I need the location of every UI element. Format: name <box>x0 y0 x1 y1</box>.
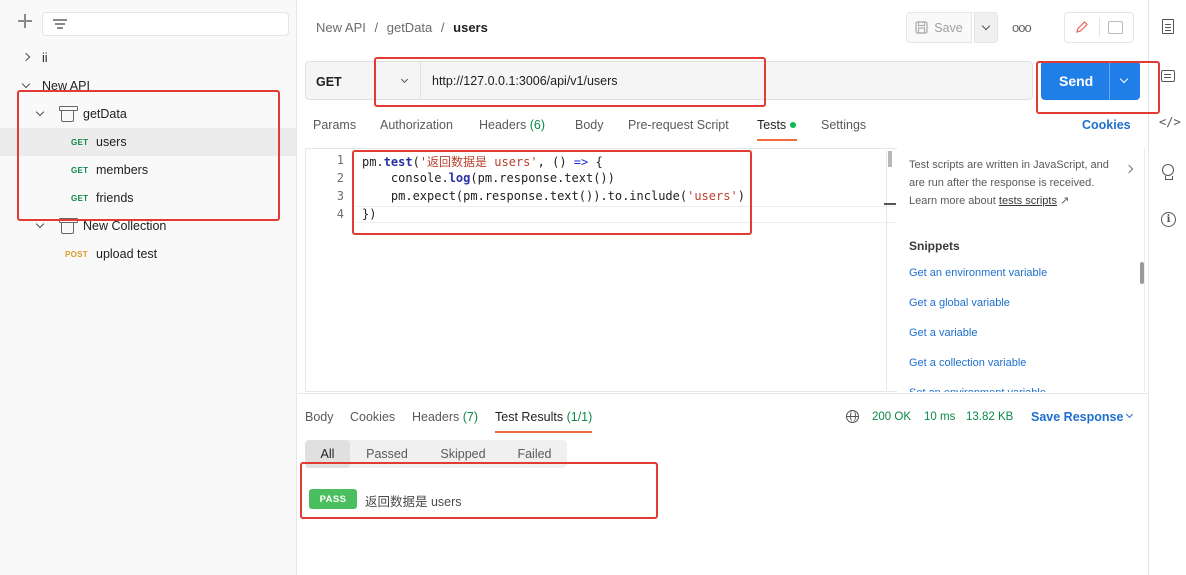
sidebar: ii New API getData GET users GET members… <box>0 0 297 575</box>
tab-count: (1/1) <box>566 410 593 424</box>
globe-icon[interactable] <box>846 410 859 423</box>
tab-authorization[interactable]: Authorization <box>380 118 453 132</box>
status-dot <box>790 122 797 128</box>
chevron-down-icon[interactable] <box>1125 410 1134 419</box>
documentation-icon[interactable] <box>1162 19 1174 34</box>
external-link-icon: ↗ <box>1060 195 1070 207</box>
annotation-box <box>374 57 766 107</box>
more-options-icon[interactable]: ooo <box>1012 20 1032 35</box>
chevron-right-icon[interactable] <box>1124 164 1134 174</box>
tab-params[interactable]: Params <box>313 118 356 132</box>
active-tab-indicator <box>757 139 797 141</box>
panel-description: Test scripts are written in JavaScript, … <box>909 156 1109 210</box>
editor-scrollbar[interactable] <box>886 150 894 390</box>
annotation-box <box>300 462 658 519</box>
line-number: 3 <box>336 189 344 203</box>
comment-icon[interactable] <box>1108 21 1123 34</box>
response-tab-cookies[interactable]: Cookies <box>350 410 395 424</box>
snippets-panel: Test scripts are written in JavaScript, … <box>897 148 1147 392</box>
response-time[interactable]: 10 ms <box>924 411 955 423</box>
tab-body[interactable]: Body <box>575 118 604 132</box>
filter-input[interactable] <box>42 12 289 36</box>
breadcrumb: New API / getData / users <box>316 20 488 35</box>
tests-scripts-link[interactable]: tests scripts <box>999 195 1057 207</box>
response-tab-headers[interactable]: Headers (7) <box>412 410 478 424</box>
save-dropdown-button[interactable] <box>974 12 998 43</box>
breadcrumb-separator: / <box>440 20 445 35</box>
response-tab-body[interactable]: Body <box>305 410 334 424</box>
tree-item-ii[interactable]: ii <box>0 44 296 72</box>
pencil-icon[interactable] <box>1075 20 1089 37</box>
editor-scrollbar-thumb[interactable] <box>888 151 892 167</box>
annotation-box <box>352 150 752 235</box>
annotation-box <box>17 90 280 221</box>
cookies-link[interactable]: Cookies <box>1082 118 1131 132</box>
line-number: 1 <box>336 153 344 167</box>
tree-label: New Collection <box>83 219 167 233</box>
annotation-box <box>1036 61 1160 114</box>
breadcrumb-item[interactable]: getData <box>387 20 433 35</box>
tab-label: Test Results <box>495 410 564 424</box>
info-icon[interactable]: i <box>1161 212 1176 227</box>
request-item-upload-test[interactable]: POST upload test <box>0 240 296 268</box>
tab-pre-request-script[interactable]: Pre-request Script <box>628 118 729 132</box>
lightbulb-icon[interactable] <box>1162 164 1174 180</box>
snippet-item[interactable]: Get a collection variable <box>909 357 1026 369</box>
chevron-down-icon[interactable] <box>35 221 45 231</box>
snippets-heading: Snippets <box>909 239 960 253</box>
divider <box>1099 18 1100 37</box>
snippet-item[interactable]: Get an environment variable <box>909 267 1047 279</box>
panel-scrollbar-thumb[interactable] <box>1140 262 1144 284</box>
save-label: Save <box>934 20 963 35</box>
status-code[interactable]: 200 OK <box>872 411 911 423</box>
response-size[interactable]: 13.82 KB <box>966 411 1013 423</box>
tab-label: Headers <box>412 410 460 424</box>
breadcrumb-current: users <box>453 20 488 35</box>
line-number: 4 <box>336 207 344 221</box>
sidebar-toolbar <box>0 0 297 44</box>
tab-count: (6) <box>529 118 546 132</box>
tab-headers[interactable]: Headers (6) <box>479 118 545 132</box>
response-tab-test-results[interactable]: Test Results (1/1) <box>495 410 592 424</box>
line-gutter: 1 2 3 4 <box>306 149 356 391</box>
code-icon[interactable]: </> <box>1159 115 1181 129</box>
snippet-item[interactable]: Get a variable <box>909 327 977 339</box>
plus-icon[interactable] <box>16 12 34 30</box>
tab-label: Tests <box>757 118 787 132</box>
save-icon <box>915 21 928 34</box>
edit-toolbar <box>1064 12 1134 43</box>
method-badge: POST <box>65 250 88 259</box>
method-select[interactable]: GET <box>316 75 342 89</box>
panel-scrollbar-track[interactable] <box>1144 148 1145 392</box>
save-response-button[interactable]: Save Response <box>1031 410 1123 424</box>
tab-settings[interactable]: Settings <box>821 118 866 132</box>
breadcrumb-item[interactable]: New API <box>316 20 366 35</box>
save-button[interactable]: Save <box>906 12 972 43</box>
breadcrumb-separator: / <box>374 20 379 35</box>
tab-label: Headers <box>479 118 527 132</box>
active-tab-indicator <box>495 431 592 433</box>
filter-icon <box>53 18 67 30</box>
comments-icon[interactable] <box>1161 70 1175 82</box>
divider <box>298 393 1148 394</box>
snippet-item[interactable]: Set an environment variable <box>909 387 1046 392</box>
tree-label: upload test <box>96 247 158 261</box>
chevron-right-icon[interactable] <box>21 53 31 63</box>
tab-tests[interactable]: Tests <box>757 118 797 132</box>
folder-icon <box>59 218 78 234</box>
line-number: 2 <box>336 171 344 185</box>
snippet-item[interactable]: Get a global variable <box>909 297 1010 309</box>
editor-cursor-marker <box>884 203 896 205</box>
tab-count: (7) <box>462 410 479 424</box>
tree-label: ii <box>42 51 48 65</box>
